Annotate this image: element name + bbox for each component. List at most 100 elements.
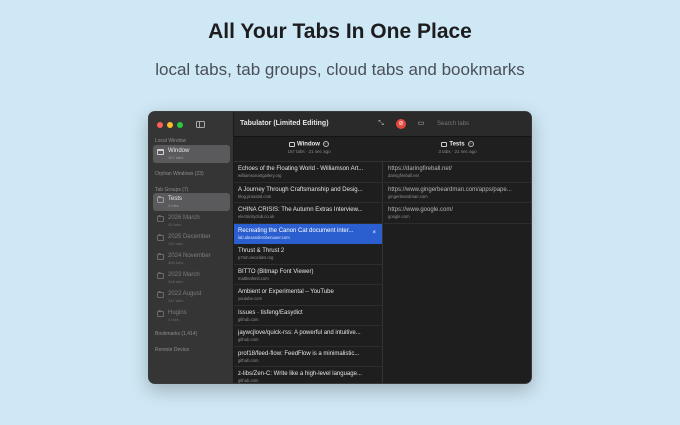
sidebar-item-count: 3 tabs xyxy=(168,203,179,208)
sidebar-item-bookmarks[interactable]: Bookmarks (1,414) xyxy=(155,331,197,337)
folder-icon xyxy=(157,253,164,260)
tab-row[interactable]: https://daringfireball.net/daringfirebal… xyxy=(384,162,531,183)
tab-title: prof18/feed-flow: FeedFlow is a minimali… xyxy=(238,350,360,357)
stop-editing-icon[interactable]: ⊘ xyxy=(396,119,406,129)
tab-row[interactable]: CHINA CRISIS: The Autumn Extras Intervie… xyxy=(234,203,382,224)
tab-title: CHINA CRISIS: The Autumn Extras Intervie… xyxy=(238,207,363,213)
tab-url: mattleahmit.com xyxy=(238,275,269,281)
sidebar-item-count: 348 tabs xyxy=(168,279,184,284)
tab-title: https://daringfireball.net/ xyxy=(388,166,453,172)
tab-title: Issues · tisfeng/Easydict xyxy=(238,309,303,316)
sidebar: Local Window Window 167 tabs Orphan Wind… xyxy=(149,112,234,383)
sidebar-item-label: 2026 March xyxy=(168,215,200,221)
tab-row[interactable]: https://www.gingerbeardman.com/apps/pape… xyxy=(384,183,531,203)
tab-row[interactable]: Thrust & Thrust 2 p7om.neocities.org xyxy=(234,244,382,265)
toolbar: Tabulator (Limited Editing) ⤡ ⊘ ▭ Search… xyxy=(234,112,531,137)
tab-url: lab.alexanderobenauer.com xyxy=(238,234,290,240)
sidebar-item-count: 4 tabs xyxy=(168,317,179,322)
sidebar-item-count: 466 tabs xyxy=(168,260,184,265)
collapse-arrows-icon[interactable]: ⤡ xyxy=(376,119,386,129)
tab-row[interactable]: Issues · tisfeng/Easydict github.com xyxy=(234,306,382,326)
sidebar-item-group[interactable]: 2022 August 342 tabs xyxy=(153,288,230,306)
tab-view-icon[interactable]: ▭ xyxy=(416,119,426,129)
column-meta: 167 tabs · 21 sec ago xyxy=(287,148,331,154)
sidebar-item-remote-device[interactable]: Remote Device xyxy=(155,347,189,353)
tab-row[interactable]: https://www.google.com/google.com xyxy=(384,203,531,224)
tab-row-selected[interactable]: Recreating the Canon Cat document inter.… xyxy=(234,223,382,244)
sidebar-toggle-icon[interactable] xyxy=(196,121,205,128)
tab-title: A Journey Through Craftsmanship and Desi… xyxy=(238,186,363,193)
sidebar-item-group[interactable]: 2024 November 466 tabs xyxy=(153,250,230,268)
column-meta: 3 tabs · 21 sec ago xyxy=(438,148,477,154)
tab-row[interactable]: Echoes of the Floating World - Williamso… xyxy=(234,162,382,183)
sidebar-item-label: Tests xyxy=(168,196,183,202)
sidebar-item-orphan-windows[interactable]: Orphan Windows (23) xyxy=(155,171,204,177)
tab-title: https://www.gingerbeardman.com/apps/pape… xyxy=(388,186,512,193)
sidebar-item-count: 116 tabs xyxy=(168,241,184,246)
tab-url: p7om.neocities.org xyxy=(238,255,274,260)
folder-icon xyxy=(441,141,448,147)
sidebar-item-group[interactable]: 2026 March 45 tabs xyxy=(153,212,230,230)
subheadline: local tabs, tab groups, cloud tabs and b… xyxy=(155,60,525,79)
folder-icon xyxy=(157,234,164,241)
tab-url: github.com xyxy=(238,357,259,363)
folder-icon xyxy=(157,196,164,203)
tab-url: williamsonartgallery.org xyxy=(238,173,282,178)
tab-url: github.com xyxy=(238,378,259,383)
tab-title: Thrust & Thrust 2 xyxy=(238,248,285,254)
window-icon xyxy=(157,149,164,155)
tab-title: https://www.google.com/ xyxy=(388,207,454,213)
search-input[interactable]: Search tabs xyxy=(435,119,523,130)
app-window: Local Window Window 167 tabs Orphan Wind… xyxy=(148,111,532,384)
section-local-window: Local Window xyxy=(155,138,187,144)
sidebar-item-label: 2023 March xyxy=(168,272,200,278)
window-title: Tabulator (Limited Editing) xyxy=(240,120,329,127)
sidebar-item-group[interactable]: Hugins 4 tabs xyxy=(153,307,230,325)
window-icon xyxy=(289,141,296,147)
column-header-tests: Tests ··· 3 tabs · 21 sec ago xyxy=(384,137,531,162)
sidebar-item-label: 2022 August xyxy=(168,291,202,297)
more-options-icon[interactable]: ··· xyxy=(467,141,474,147)
tab-row[interactable]: A Journey Through Craftsmanship and Desi… xyxy=(234,183,382,203)
sidebar-item-count: 45 tabs xyxy=(168,222,182,227)
tab-row[interactable]: z-libs/Zen-C: Write like a high-level la… xyxy=(234,367,382,383)
sidebar-item-label: Window xyxy=(168,148,190,154)
sidebar-item-label: 2025 December xyxy=(168,234,211,240)
sidebar-item-label: Hugins xyxy=(168,310,187,316)
column-title: Window xyxy=(297,141,320,148)
tab-url: google.com xyxy=(388,214,410,219)
sidebar-item-group[interactable]: Tests 3 tabs xyxy=(153,193,230,211)
folder-icon xyxy=(157,291,164,298)
headline: All Your Tabs In One Place xyxy=(208,20,472,43)
tab-row[interactable]: BITTO (Bitmap Font Viewer) mattleahmit.co… xyxy=(234,265,382,285)
tab-title: BITTO (Bitmap Font Viewer) xyxy=(238,268,314,275)
sidebar-item-label: 2024 November xyxy=(168,253,211,259)
tab-url: github.com xyxy=(238,316,259,322)
tab-row[interactable]: prof18/feed-flow: FeedFlow is a minimali… xyxy=(234,347,382,367)
sidebar-item-window[interactable]: Window 167 tabs xyxy=(153,145,230,163)
sidebar-item-group[interactable]: 2023 March 348 tabs xyxy=(153,269,230,287)
tab-url: electricityclub.co.uk xyxy=(238,214,275,219)
tab-title: jaywcjlove/quick-rss: A powerful and int… xyxy=(238,330,361,336)
more-options-icon[interactable]: ··· xyxy=(322,141,329,147)
minimize-window-button[interactable] xyxy=(167,122,173,128)
sidebar-item-count: 342 tabs xyxy=(168,298,184,303)
tab-url: gingerbeardman.com xyxy=(388,193,428,199)
folder-icon xyxy=(157,272,164,279)
tab-title: Echoes of the Floating World - Williamso… xyxy=(238,166,364,172)
folder-icon xyxy=(157,215,164,222)
sidebar-item-count: 167 tabs xyxy=(168,155,184,160)
tab-row[interactable]: jaywcjlove/quick-rss: A powerful and int… xyxy=(234,326,382,347)
close-window-button[interactable] xyxy=(157,122,163,128)
tab-title: Ambient or Experimental – YouTube xyxy=(238,289,334,295)
sidebar-item-group[interactable]: 2025 December 116 tabs xyxy=(153,231,230,249)
tab-row[interactable]: Ambient or Experimental – YouTube youtube… xyxy=(234,285,382,306)
group-tab-list: https://daringfireball.net/daringfirebal… xyxy=(384,162,531,383)
tab-url: github.com xyxy=(238,337,259,342)
zoom-window-button[interactable] xyxy=(177,122,183,128)
window-tab-list: Echoes of the Floating World - Williamso… xyxy=(234,162,383,383)
window-controls xyxy=(157,122,183,128)
tab-title: z-libs/Zen-C: Write like a high-level la… xyxy=(238,371,362,377)
tab-url: blog.prusa3d.com xyxy=(238,193,272,199)
close-tab-icon[interactable]: × xyxy=(372,230,376,236)
